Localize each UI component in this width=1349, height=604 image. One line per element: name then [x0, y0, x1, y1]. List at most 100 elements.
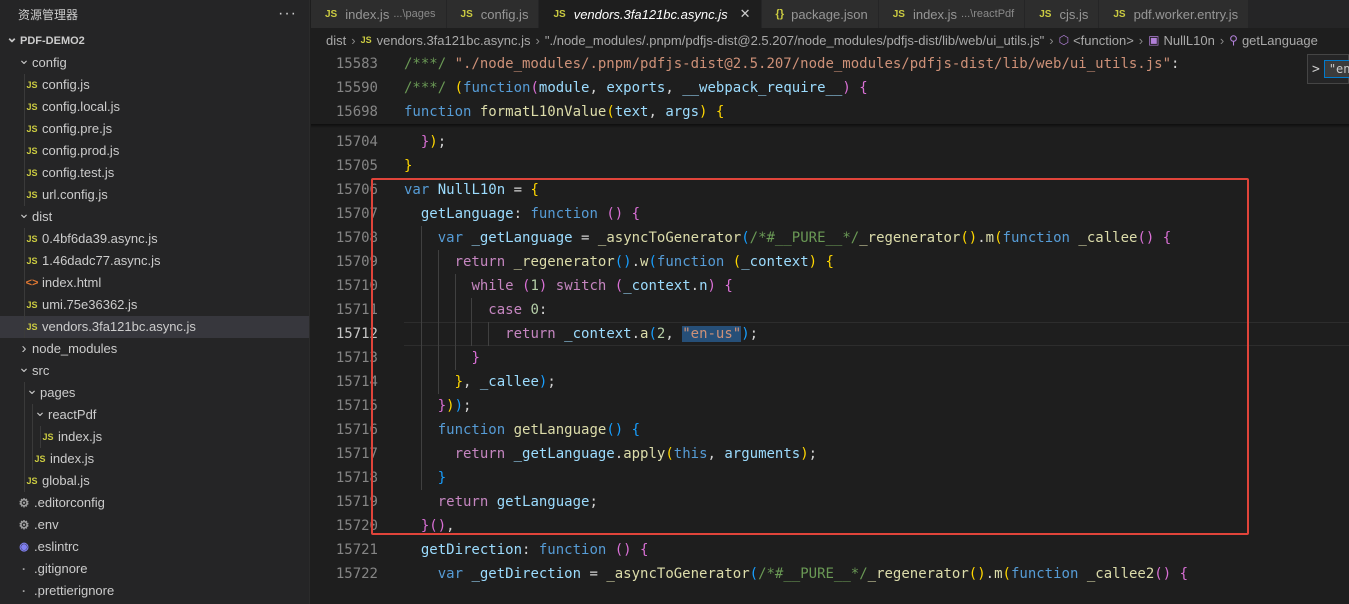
- breadcrumb-module[interactable]: "./node_modules/.pnpm/pdfjs-dist@2.5.207…: [545, 33, 1044, 48]
- line-code: }: [404, 154, 412, 178]
- file-item[interactable]: ◉ .eslintrc: [0, 536, 309, 558]
- code-token: function: [530, 206, 598, 222]
- breadcrumb-method[interactable]: getLanguage: [1242, 33, 1318, 48]
- chevron-right-icon: ›: [1219, 32, 1225, 48]
- editor-tab[interactable]: JS config.js: [446, 0, 540, 28]
- code-token: switch: [555, 278, 607, 294]
- file-item[interactable]: JS url.config.js: [0, 184, 309, 206]
- folder-item[interactable]: ⌄ config: [0, 51, 309, 74]
- editor-tab[interactable]: JS vendors.3fa121bc.async.js ✕: [539, 0, 762, 28]
- code-token: 1: [530, 278, 539, 294]
- file-item[interactable]: ⚙ .editorconfig: [0, 492, 309, 514]
- folder-item[interactable]: ⌄ src: [0, 359, 309, 382]
- code-token: {: [631, 206, 641, 222]
- tab-label: config.js: [480, 6, 529, 22]
- file-item[interactable]: JS config.test.js: [0, 162, 309, 184]
- editor-tab[interactable]: JS index.js ...\reactPdf: [878, 0, 1026, 28]
- code-token: args: [665, 104, 700, 120]
- code-editor[interactable]: > "en 15583 /***/ "./node_modules/.pnpm/p…: [311, 52, 1349, 604]
- folder-item[interactable]: ⌄ dist: [0, 205, 309, 228]
- code-token: ,: [665, 326, 683, 342]
- code-token: _asyncToGenerator: [597, 230, 742, 246]
- code-token: /***/: [404, 56, 455, 72]
- code-token: }: [471, 350, 480, 366]
- code-token: (: [606, 206, 615, 222]
- code-token: .: [631, 254, 641, 270]
- indent-guide: [24, 316, 25, 338]
- file-item[interactable]: ⚙ .env: [0, 514, 309, 536]
- more-actions-icon[interactable]: ···: [278, 5, 297, 23]
- code-line: 15721 getDirection: function () {: [311, 538, 1349, 562]
- tab-label: index.js: [912, 6, 958, 22]
- folder-item[interactable]: ⌄ PDF-DEMO2: [0, 29, 309, 52]
- line-code: }(),: [404, 514, 455, 538]
- file-item[interactable]: JS config.js: [0, 74, 309, 96]
- file-item[interactable]: JS config.local.js: [0, 96, 309, 118]
- line-number: 15707: [335, 206, 378, 222]
- js-file-icon: JS: [460, 8, 473, 20]
- code-token: function: [656, 254, 725, 270]
- explorer-sidebar: 资源管理器 ··· ⌄ PDF-DEMO2 ⌄ config JS config.js JS…: [0, 0, 310, 604]
- js-file-icon: JS: [34, 454, 46, 464]
- file-item[interactable]: JS index.js: [0, 426, 309, 448]
- editor-tab[interactable]: JS cjs.js: [1025, 0, 1100, 28]
- chevron-right-icon[interactable]: >: [1308, 62, 1324, 77]
- file-item[interactable]: · .gitignore: [0, 558, 309, 580]
- tree-item-label: index.js: [50, 451, 95, 466]
- file-icon: ·: [22, 562, 26, 576]
- file-item[interactable]: JS config.pre.js: [0, 118, 309, 140]
- code-token: this: [673, 446, 708, 462]
- indent-guide: [454, 274, 456, 370]
- code-token: function: [1010, 566, 1079, 582]
- code-token: ): [808, 254, 818, 270]
- indent-guide: [471, 298, 473, 346]
- file-item[interactable]: JS vendors.3fa121bc.async.js: [0, 316, 309, 338]
- tree-item-label: umi.75e36362.js: [42, 297, 138, 312]
- code-token: m: [985, 230, 995, 246]
- file-item[interactable]: JS index.js: [0, 448, 309, 470]
- file-item[interactable]: JS global.js: [0, 470, 309, 492]
- code-token: n: [699, 278, 708, 294]
- js-file-icon: JS: [26, 168, 38, 178]
- folder-item[interactable]: ⌄ reactPdf: [0, 403, 309, 426]
- editor-tab[interactable]: JS pdf.worker.entry.js: [1099, 0, 1250, 28]
- find-input[interactable]: "en: [1323, 60, 1349, 78]
- breadcrumb-function[interactable]: <function>: [1073, 33, 1134, 48]
- code-token: NullL10n: [437, 182, 506, 198]
- editor-tab[interactable]: JS index.js ...\pages: [311, 0, 447, 28]
- code-token: :: [522, 542, 539, 558]
- close-icon[interactable]: ✕: [740, 6, 751, 22]
- code-line: 15707 getLanguage: function () {: [311, 202, 1349, 226]
- code-token: {: [631, 422, 641, 438]
- code-token: _regenerator: [867, 566, 969, 582]
- breadcrumb-file[interactable]: vendors.3fa121bc.async.js: [377, 33, 531, 48]
- code-token: (): [1137, 230, 1155, 246]
- code-token: (): [606, 422, 624, 438]
- file-item[interactable]: <> index.html: [0, 272, 309, 294]
- breadcrumb-object[interactable]: NullL10n: [1163, 33, 1214, 48]
- breadcrumb-dist[interactable]: dist: [326, 33, 346, 48]
- code-token: :: [538, 302, 548, 318]
- folder-item[interactable]: › node_modules: [0, 338, 309, 360]
- file-item[interactable]: JS 0.4bf6da39.async.js: [0, 228, 309, 250]
- code-line: 15706 var NullL10n = {: [311, 178, 1349, 202]
- code-token: .: [614, 446, 624, 462]
- code-token: ;: [547, 374, 556, 390]
- code-token: (): [429, 518, 447, 534]
- editor-tab[interactable]: {} package.json: [761, 0, 879, 28]
- code-token: (: [530, 80, 539, 96]
- code-token: ,: [589, 80, 607, 96]
- code-line: 15716 function getLanguage() {: [311, 418, 1349, 442]
- file-item[interactable]: JS 1.46dadc77.async.js: [0, 250, 309, 272]
- line-code: case 0:: [404, 298, 547, 322]
- file-item[interactable]: JS umi.75e36362.js: [0, 294, 309, 316]
- find-widget[interactable]: > "en: [1307, 54, 1349, 84]
- file-item[interactable]: JS config.prod.js: [0, 140, 309, 162]
- file-item[interactable]: · .prettierignore: [0, 580, 309, 602]
